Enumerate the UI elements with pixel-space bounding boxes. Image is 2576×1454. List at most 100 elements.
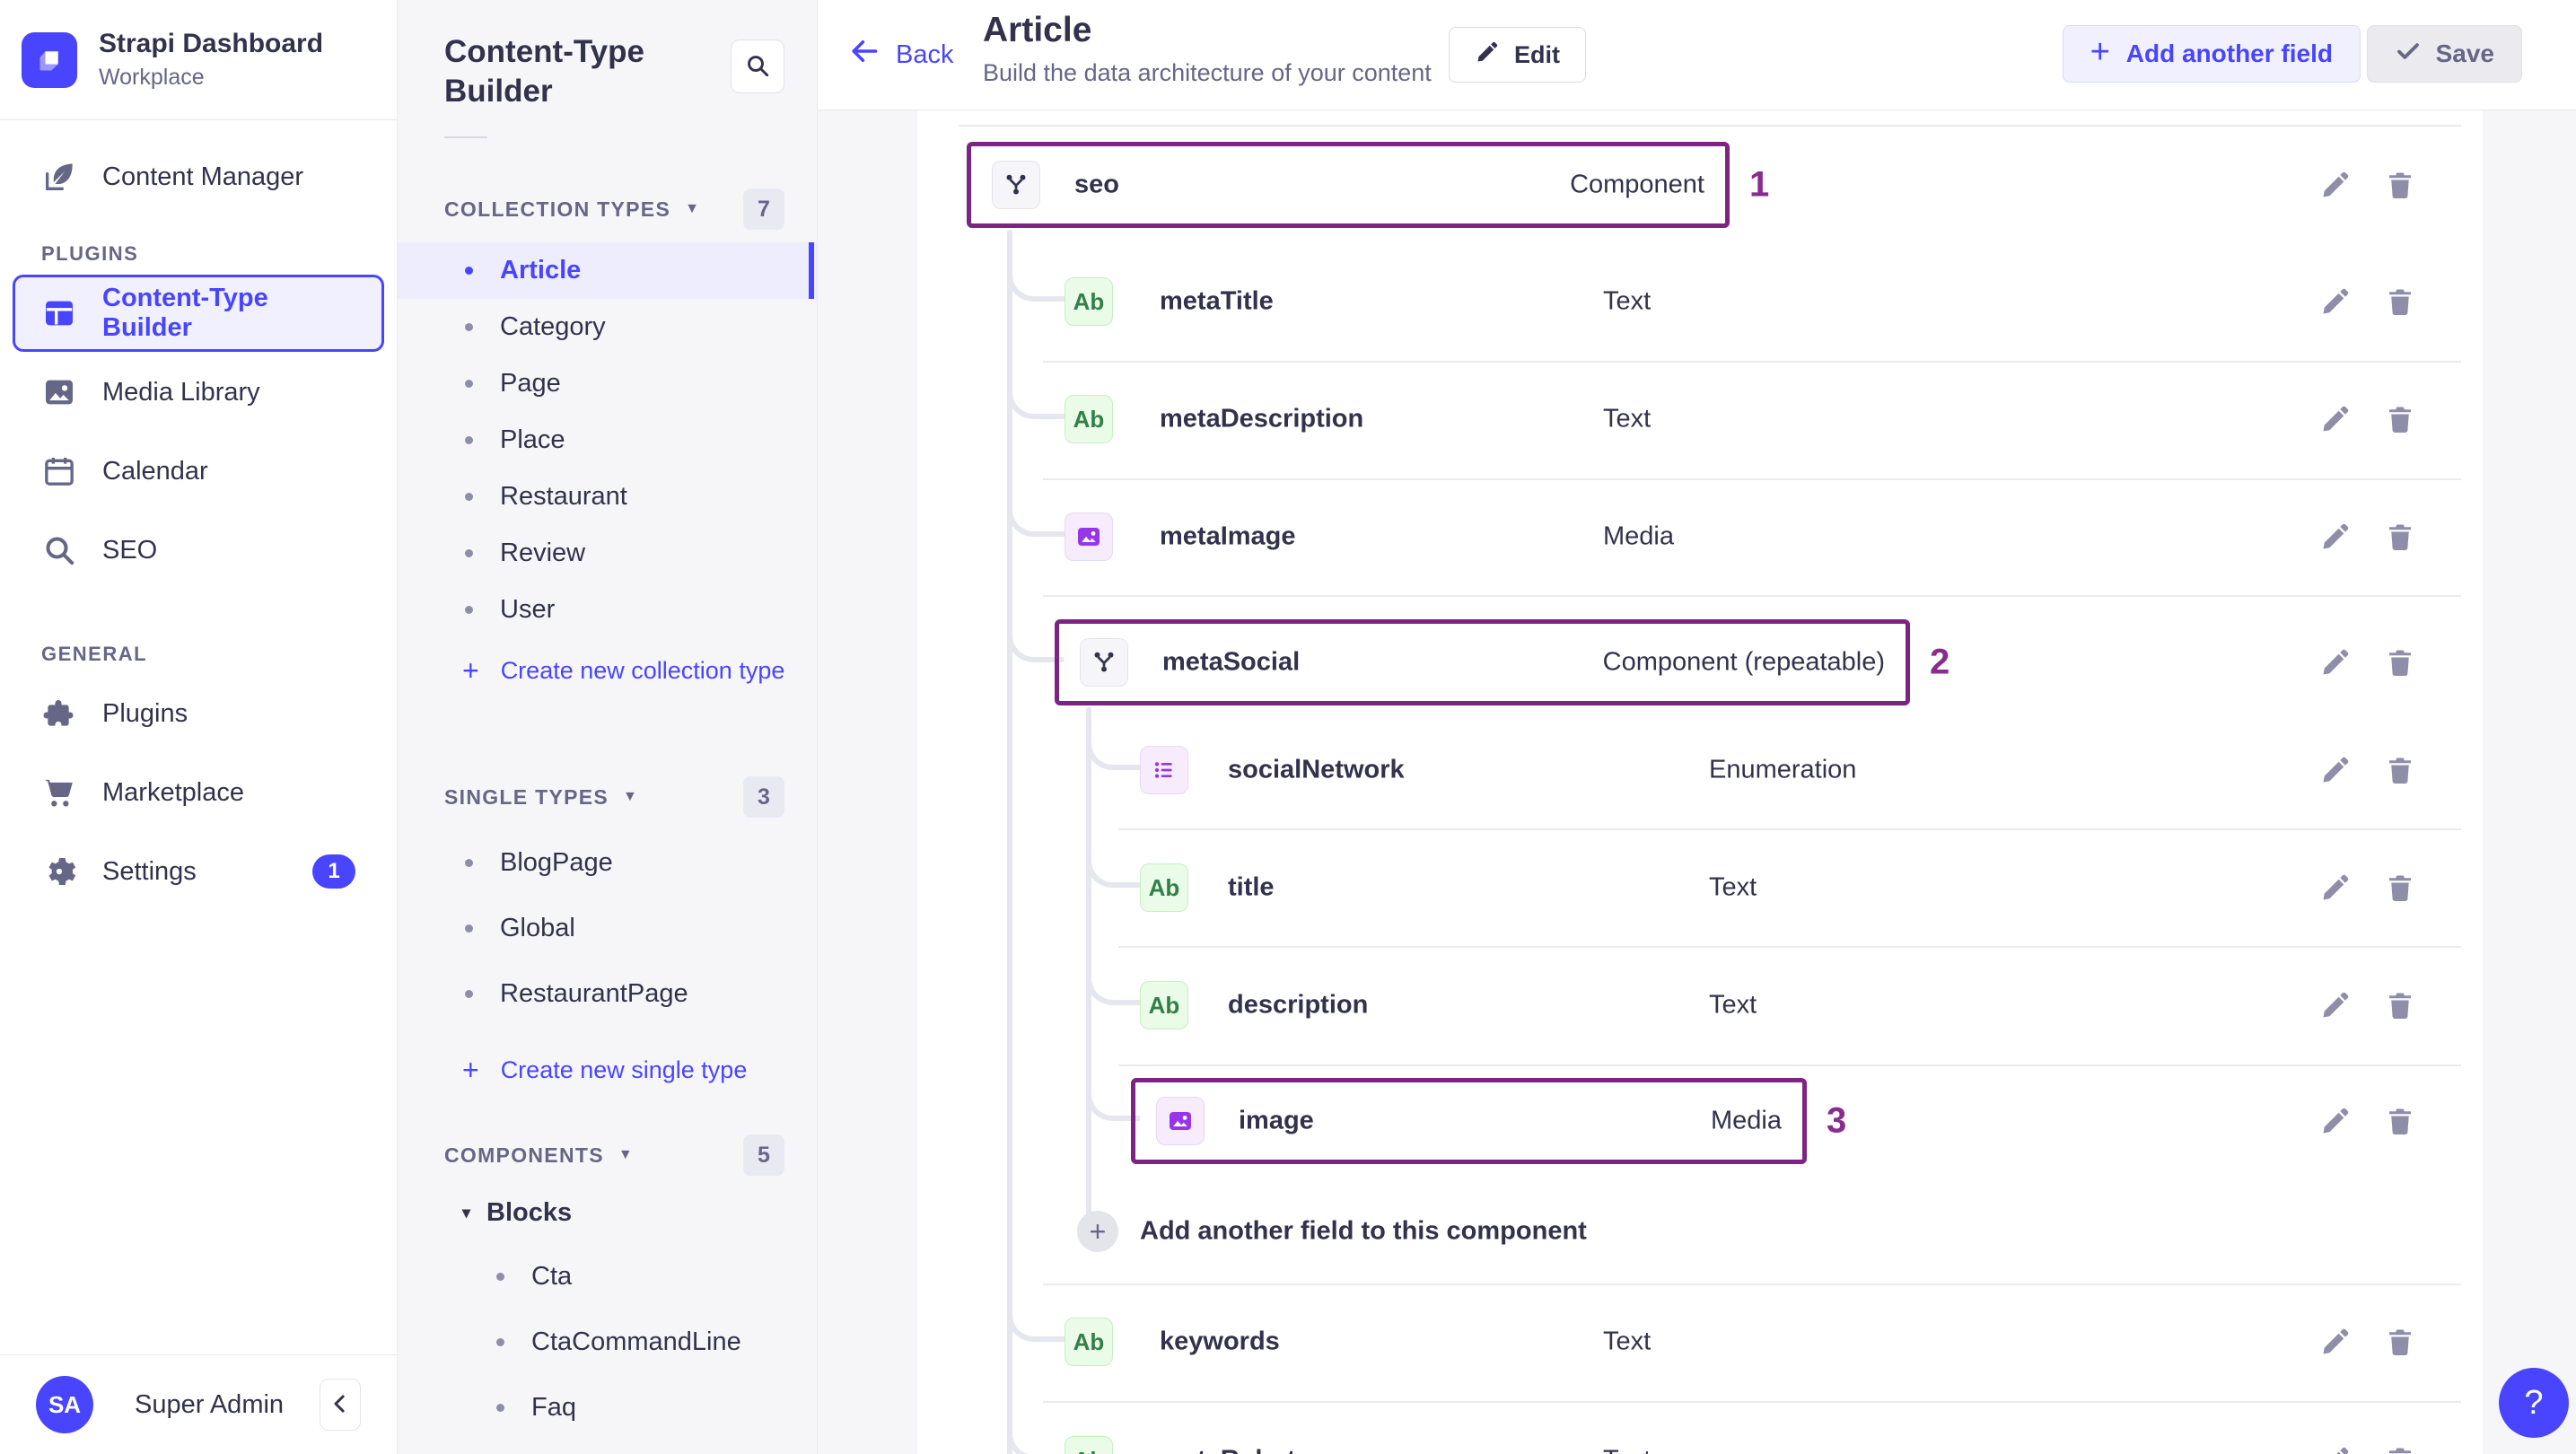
sidebar-item-media-library[interactable]: Media Library — [13, 354, 384, 431]
edit-field-button[interactable] — [2316, 1441, 2355, 1454]
delete-field-button[interactable] — [2380, 165, 2420, 205]
subnav-item-restaurant[interactable]: Restaurant — [398, 469, 817, 525]
subnav-item-label: BlogPage — [500, 848, 613, 877]
back-button[interactable]: Back — [842, 29, 959, 81]
create-new-link[interactable]: + Create new single type — [398, 1045, 817, 1095]
chevron-down-icon: ▾ — [462, 1203, 471, 1222]
delete-field-button[interactable] — [2380, 643, 2420, 682]
back-label: Back — [896, 39, 954, 69]
edit-field-button[interactable] — [2316, 985, 2355, 1025]
bullet-icon — [465, 493, 473, 501]
subnav-item-page[interactable]: Page — [398, 355, 817, 412]
edit-field-button[interactable] — [2316, 165, 2355, 205]
sidebar-item-label: SEO — [102, 535, 158, 565]
sidebar-item-label: Content Manager — [102, 162, 304, 191]
back-arrow-icon — [847, 34, 881, 75]
create-new-label: Create new single type — [500, 1055, 748, 1083]
subnav-item-ctacommandline[interactable]: CtaCommandLine — [398, 1309, 817, 1375]
sidebar-item-content-manager[interactable]: Content Manager — [13, 138, 384, 215]
edit-button[interactable]: Edit — [1449, 27, 1586, 83]
edit-field-button[interactable] — [2316, 1101, 2355, 1141]
sidebar-item-seo[interactable]: SEO — [13, 512, 384, 589]
brand-title: Strapi Dashboard — [99, 29, 324, 58]
subnav-item-restaurantpage[interactable]: RestaurantPage — [398, 961, 817, 1027]
content-type-builder-icon — [41, 295, 77, 331]
settings-icon — [41, 854, 77, 889]
bullet-icon — [465, 267, 473, 275]
add-field-circle-button[interactable]: + — [1077, 1211, 1118, 1252]
delete-field-button[interactable] — [2380, 750, 2420, 790]
bullet-icon — [465, 549, 473, 557]
subnav-item-label: Place — [500, 425, 565, 454]
save-button[interactable]: Save — [2366, 25, 2522, 83]
plus-icon: + — [2090, 32, 2110, 71]
brand-workspace: Workplace — [99, 65, 205, 90]
subnav-section-header[interactable]: COMPONENTS ▼ 5 — [398, 1134, 817, 1176]
media-library-icon — [41, 374, 77, 410]
avatar[interactable]: SA — [36, 1376, 93, 1433]
edit-field-button[interactable] — [2316, 282, 2355, 321]
edit-field-button[interactable] — [2316, 517, 2355, 556]
edit-field-button[interactable] — [2316, 750, 2355, 790]
delete-field-button[interactable] — [2380, 282, 2420, 321]
help-button[interactable]: ? — [2499, 1368, 2569, 1438]
bullet-icon — [496, 1338, 504, 1346]
sidebar-item-plugins[interactable]: Plugins — [13, 675, 384, 752]
collapse-sidebar-button[interactable] — [320, 1379, 361, 1431]
subnav-section-header[interactable]: COLLECTION TYPES ▼ 7 — [398, 188, 817, 230]
sidebar-item-settings[interactable]: Settings 1 — [13, 833, 384, 910]
subnav-item-review[interactable]: Review — [398, 525, 817, 582]
seo-icon — [41, 532, 77, 568]
edit-field-button[interactable] — [2316, 643, 2355, 682]
subnav-item-label: Cta — [531, 1262, 573, 1291]
edit-field-button[interactable] — [2316, 1322, 2355, 1362]
delete-field-button[interactable] — [2380, 1101, 2420, 1141]
sidebar-item-marketplace[interactable]: Marketplace — [13, 754, 384, 831]
subnav-section-header[interactable]: SINGLE TYPES ▼ 3 — [398, 776, 817, 818]
sidebar-item-content-type-builder[interactable]: Content-Type Builder — [13, 275, 384, 352]
strapi-logo-icon — [22, 31, 77, 88]
save-label: Save — [2435, 39, 2494, 67]
create-new-link[interactable]: + Create new collection type — [398, 645, 817, 696]
subnav: Content-Type Builder COLLECTION TYPES ▼ 7 A… — [398, 0, 818, 1454]
subnav-section-components: COMPONENTS ▼ 5 ▾ Blocks Cta CtaCommandLine Faq F… — [398, 1134, 817, 1454]
search-button[interactable] — [731, 39, 784, 93]
subnav-item-blogpage[interactable]: BlogPage — [398, 830, 817, 896]
subnav-section-single-types: SINGLE TYPES ▼ 3 BlogPage Global RestaurantPa… — [398, 776, 817, 1095]
bullet-icon — [465, 924, 473, 933]
subnav-group-blocks[interactable]: ▾ Blocks — [398, 1181, 817, 1244]
bullet-icon — [465, 436, 473, 444]
subnav-item-cta[interactable]: Cta — [398, 1244, 817, 1309]
subnav-item-features[interactable]: Features — [398, 1441, 817, 1454]
subnav-item-article[interactable]: Article — [398, 242, 817, 299]
delete-field-button[interactable] — [2380, 868, 2420, 907]
subnav-section-title: COLLECTION TYPES — [444, 197, 671, 221]
subnav-item-faq[interactable]: Faq — [398, 1375, 817, 1441]
brand[interactable]: Strapi Dashboard Workplace — [0, 0, 397, 120]
delete-field-button[interactable] — [2380, 517, 2420, 556]
subnav-item-label: Faq — [531, 1393, 576, 1422]
marketplace-icon — [41, 775, 77, 810]
delete-field-button[interactable] — [2380, 1322, 2420, 1362]
pencil-icon — [1475, 39, 1500, 71]
add-another-field-button[interactable]: + Add another field — [2062, 25, 2361, 83]
subnav-item-category[interactable]: Category — [398, 299, 817, 355]
delete-field-button[interactable] — [2380, 985, 2420, 1025]
sidebar: Strapi Dashboard Workplace Content Manag… — [0, 0, 398, 1454]
edit-field-button[interactable] — [2316, 399, 2355, 439]
subnav-title: Content-Type Builder — [444, 34, 644, 109]
delete-field-button[interactable] — [2380, 399, 2420, 439]
subnav-item-label: Review — [500, 539, 586, 567]
sidebar-item-calendar[interactable]: Calendar — [13, 433, 384, 510]
chevron-down-icon: ▼ — [623, 789, 637, 804]
sidebar-section-header: PLUGINS — [41, 242, 139, 265]
strapi-app: seo Component 1 Ab metaTitle Text Ab metaDescri… — [0, 0, 2576, 1454]
create-new-label: Create new collection type — [500, 656, 785, 684]
edit-field-button[interactable] — [2316, 868, 2355, 907]
subnav-item-place[interactable]: Place — [398, 412, 817, 469]
subnav-item-global[interactable]: Global — [398, 896, 817, 961]
bullet-icon — [465, 859, 473, 867]
subnav-section-title: COMPONENTS — [444, 1143, 604, 1167]
delete-field-button[interactable] — [2380, 1441, 2420, 1454]
subnav-item-user[interactable]: User — [398, 582, 817, 638]
